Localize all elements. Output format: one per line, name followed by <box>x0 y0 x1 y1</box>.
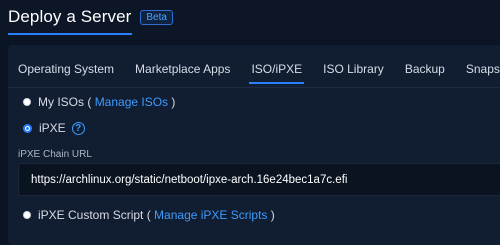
page-title: Deploy a Server <box>8 7 132 26</box>
my-isos-label: My ISOs ( <box>38 95 92 109</box>
my-isos-radio[interactable] <box>23 98 31 106</box>
tab-backup[interactable]: Backup <box>405 62 445 80</box>
custom-script-suffix: ) <box>270 208 275 222</box>
server-source-tabs: Operating System Marketplace Apps ISO/iP… <box>18 62 500 84</box>
tab-marketplace-apps[interactable]: Marketplace Apps <box>135 62 230 80</box>
chain-url-label: iPXE Chain URL <box>18 149 92 160</box>
option-my-isos[interactable]: My ISOs ( Manage ISOs ) <box>23 95 175 109</box>
option-ipxe[interactable]: iPXE ? <box>23 121 85 135</box>
title-wrap: Deploy a Server Beta <box>8 7 173 27</box>
ipxe-radio[interactable] <box>23 123 32 133</box>
option-custom-script[interactable]: iPXE Custom Script ( Manage iPXE Scripts… <box>23 208 275 222</box>
tab-snapshot[interactable]: Snapshot <box>466 62 500 80</box>
deploy-panel: Operating System Marketplace Apps ISO/iP… <box>8 45 500 245</box>
ipxe-label: iPXE <box>39 121 66 135</box>
tab-operating-system[interactable]: Operating System <box>18 62 114 80</box>
question-circle-icon[interactable]: ? <box>71 121 85 135</box>
manage-ipxe-scripts-link[interactable]: Manage iPXE Scripts <box>154 208 267 222</box>
my-isos-suffix: ) <box>171 95 176 109</box>
tab-iso-library[interactable]: ISO Library <box>323 62 384 80</box>
title-underline <box>8 33 132 35</box>
custom-script-label: iPXE Custom Script ( <box>38 208 151 222</box>
tab-divider <box>8 87 500 88</box>
custom-script-radio[interactable] <box>23 211 31 219</box>
tab-iso-ipxe[interactable]: ISO/iPXE <box>249 62 304 84</box>
chain-url-input[interactable] <box>18 163 500 196</box>
beta-badge: Beta <box>140 9 173 25</box>
page-header: Deploy a Server Beta <box>0 0 500 40</box>
manage-isos-link[interactable]: Manage ISOs <box>95 95 168 109</box>
